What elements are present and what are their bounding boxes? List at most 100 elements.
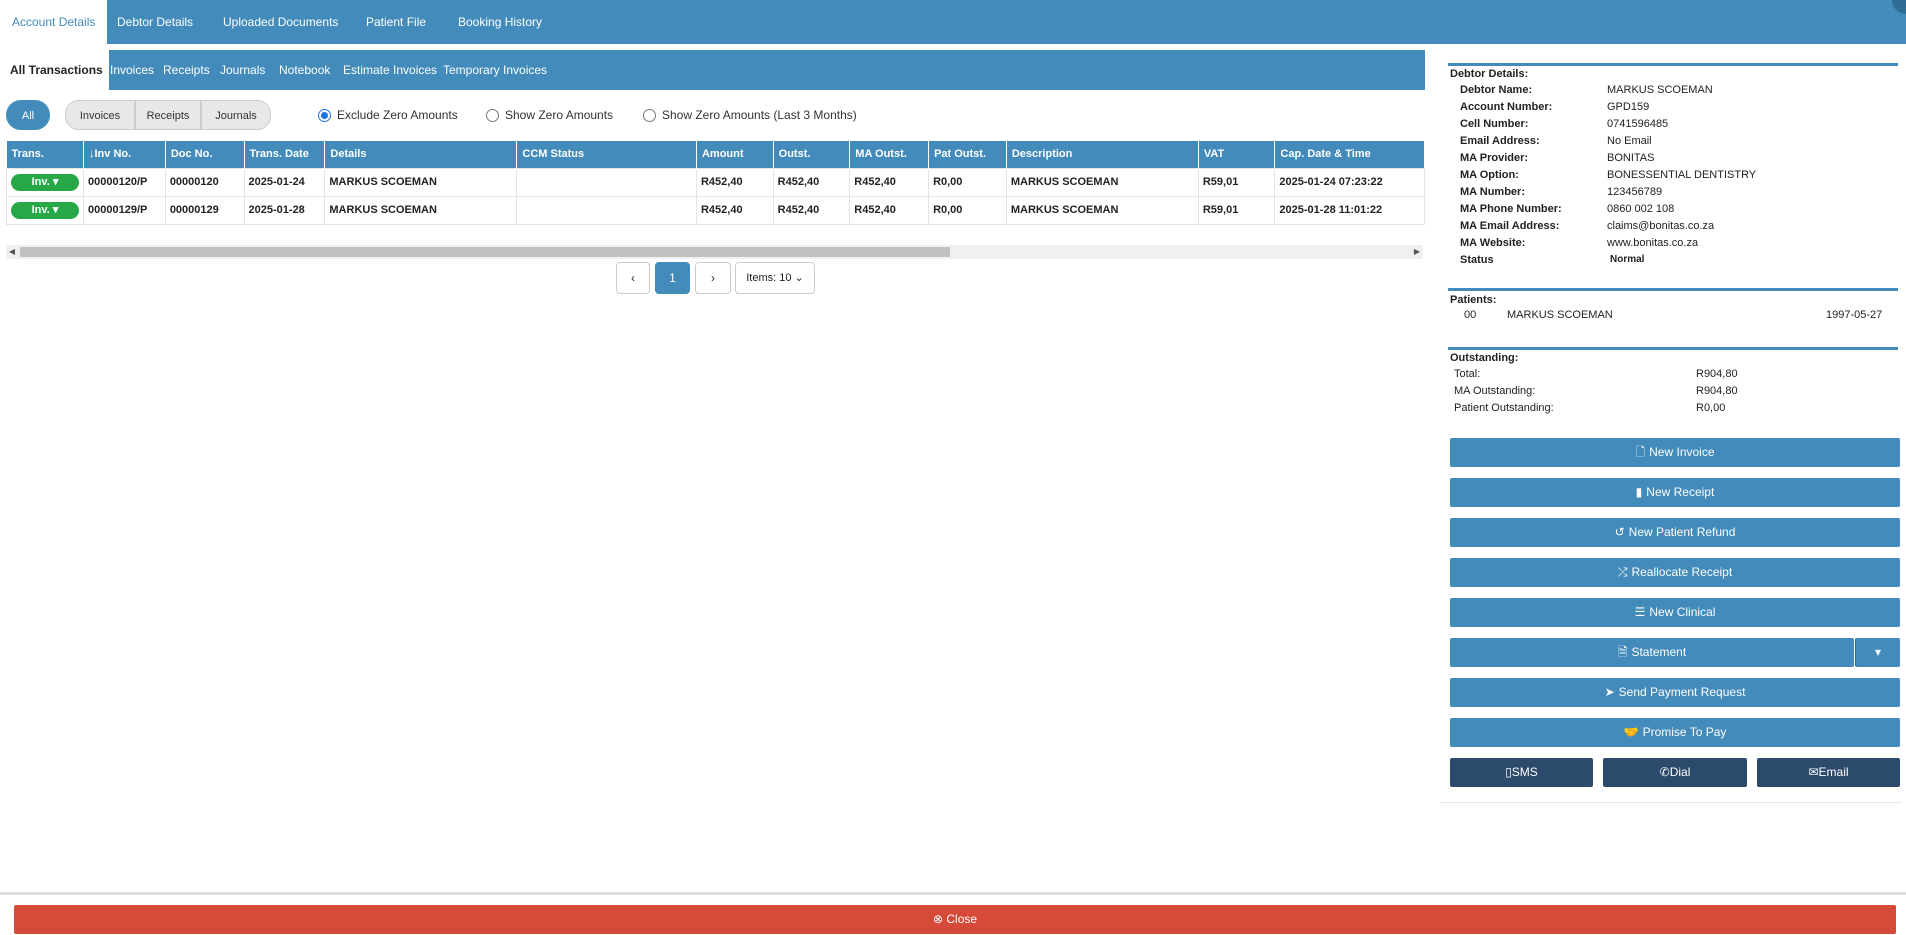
email-value: No Email	[1607, 135, 1652, 147]
email-row: Email Address: No Email	[1460, 135, 1880, 149]
promise-to-pay-button[interactable]: 🤝 Promise To Pay	[1450, 718, 1900, 747]
col-description[interactable]: Description	[1006, 141, 1199, 168]
top-tab-bar: Account Details Debtor Details Uploaded …	[0, 0, 1906, 44]
radio-show-zero[interactable]: Show Zero Amounts	[486, 107, 613, 123]
ma-outstanding-value: R904,80	[1696, 385, 1738, 397]
tab-patient-file[interactable]: Patient File	[354, 0, 438, 44]
subtab-journals[interactable]: Journals	[214, 50, 271, 90]
filter-all-button[interactable]: All	[6, 100, 50, 130]
patient-outstanding-key: Patient Outstanding:	[1454, 402, 1554, 414]
col-trans[interactable]: Trans.	[6, 141, 84, 168]
scroll-left-icon[interactable]: ◀	[6, 245, 18, 259]
col-doc-no[interactable]: Doc No.	[165, 141, 245, 168]
radio-show3-label: Show Zero Amounts (Last 3 Months)	[662, 108, 857, 122]
reallocate-receipt-button[interactable]: ⤮ Reallocate Receipt	[1450, 558, 1900, 587]
new-invoice-button[interactable]: 🗋 New Invoice	[1450, 438, 1900, 467]
sub-tab-bar: All Transactions Invoices Receipts Journ…	[4, 50, 1425, 90]
new-clinical-label: New Clinical	[1649, 605, 1716, 619]
col-details[interactable]: Details	[324, 141, 518, 168]
scrollbar-thumb[interactable]	[20, 247, 950, 257]
col-vat[interactable]: VAT	[1198, 141, 1276, 168]
patients-title: Patients:	[1450, 294, 1497, 306]
tab-account-details[interactable]: Account Details	[0, 0, 108, 44]
col-outst[interactable]: Outst.	[773, 141, 851, 168]
radio-empty-icon	[486, 108, 499, 122]
ma-outst-cell: R452,40	[849, 167, 930, 197]
table-row[interactable]: Inv. ▾ 00000120/P 00000120 2025-01-24 MA…	[6, 167, 1425, 197]
subtab-receipts[interactable]: Receipts	[157, 50, 216, 90]
inv-dropdown-button[interactable]: Inv. ▾	[11, 173, 79, 191]
doc-no-cell: 00000129	[164, 195, 245, 225]
close-button[interactable]: ⊗ Close	[14, 905, 1896, 934]
doc-no-cell: 00000120	[164, 167, 245, 197]
debtor-details-title: Debtor Details:	[1450, 68, 1529, 80]
panel-bottom-divider	[1440, 802, 1902, 803]
shuffle-icon: ⤮	[1617, 565, 1628, 579]
items-per-page-select[interactable]: Items: 10 ⌄	[735, 262, 815, 294]
cap-cell: 2025-01-28 11:01:22	[1274, 195, 1425, 225]
page-1-button[interactable]: 1	[655, 262, 690, 294]
filter-journals-button[interactable]: Journals	[201, 100, 271, 130]
ma-option-value: BONESSENTIAL DENTISTRY	[1607, 169, 1757, 181]
horizontal-scrollbar[interactable]: ◀ ▶	[6, 245, 1423, 259]
col-inv-no[interactable]: ↓Inv No.	[83, 141, 166, 168]
ma-provider-value: BONITAS	[1607, 152, 1655, 164]
email-button[interactable]: ✉Email	[1757, 758, 1900, 787]
filter-invoices-button[interactable]: Invoices	[65, 100, 135, 130]
col-amount[interactable]: Amount	[696, 141, 774, 168]
subtab-invoices[interactable]: Invoices	[104, 50, 160, 90]
outst-cell: R452,40	[772, 195, 851, 225]
inv-dropdown-button[interactable]: Inv. ▾	[11, 201, 79, 219]
account-number-value: GPD159	[1607, 101, 1650, 113]
email-key: Email Address:	[1460, 135, 1540, 147]
dial-label: Dial	[1669, 765, 1691, 779]
patient-row[interactable]: 00 MARKUS SCOEMAN 1997-05-27	[1464, 309, 1894, 323]
ma-phone-row: MA Phone Number: 0860 002 108	[1460, 203, 1880, 217]
amount-cell: R452,40	[695, 167, 774, 197]
statement-dropdown-button[interactable]: ▾	[1855, 638, 1900, 667]
statement-button[interactable]: 🗎 Statement	[1450, 638, 1854, 667]
new-invoice-label: New Invoice	[1649, 445, 1715, 459]
col-cap-date[interactable]: Cap. Date & Time	[1274, 141, 1425, 168]
new-receipt-button[interactable]: ▮ New Receipt	[1450, 478, 1900, 507]
next-page-button[interactable]: ›	[695, 262, 731, 294]
handshake-icon: 🤝	[1623, 725, 1639, 739]
radio-empty-icon	[643, 108, 656, 122]
tab-debtor-details[interactable]: Debtor Details	[105, 0, 205, 44]
send-payment-request-button[interactable]: ➤ Send Payment Request	[1450, 678, 1900, 707]
cell-number-row: Cell Number: 0741596485	[1460, 118, 1880, 132]
ma-provider-row: MA Provider: BONITAS	[1460, 152, 1880, 166]
prev-page-button[interactable]: ‹	[616, 262, 650, 294]
subtab-estimate-invoices[interactable]: Estimate Invoices	[337, 50, 443, 90]
ma-outst-cell: R452,40	[849, 195, 930, 225]
col-trans-date[interactable]: Trans. Date	[244, 141, 326, 168]
table-row[interactable]: Inv. ▾ 00000129/P 00000129 2025-01-28 MA…	[6, 195, 1425, 225]
paper-plane-icon: ➤	[1604, 685, 1615, 699]
chevron-down-icon: ⌄	[794, 272, 804, 284]
pat-outst-cell: R0,00	[928, 195, 1007, 225]
filter-receipts-button[interactable]: Receipts	[135, 100, 201, 130]
sms-button[interactable]: ▯SMS	[1450, 758, 1593, 787]
scroll-right-icon[interactable]: ▶	[1411, 245, 1423, 259]
subtab-temporary-invoices[interactable]: Temporary Invoices	[437, 50, 553, 90]
patient-name: MARKUS SCOEMAN	[1507, 309, 1613, 321]
patient-dob: 1997-05-27	[1826, 309, 1883, 321]
dial-button[interactable]: ✆Dial	[1603, 758, 1747, 787]
description-cell: MARKUS SCOEMAN	[1005, 195, 1199, 225]
col-ma-outst[interactable]: MA Outst.	[849, 141, 930, 168]
subtab-notebook[interactable]: Notebook	[273, 50, 336, 90]
date-cell: 2025-01-28	[243, 195, 326, 225]
inv-label: Inv.	[31, 175, 50, 188]
subtab-all-transactions[interactable]: All Transactions	[4, 50, 109, 90]
promise-to-pay-label: Promise To Pay	[1642, 725, 1727, 739]
new-patient-refund-button[interactable]: ↺ New Patient Refund	[1450, 518, 1900, 547]
new-clinical-button[interactable]: ☰ New Clinical	[1450, 598, 1900, 627]
col-ccm-status[interactable]: CCM Status	[516, 141, 697, 168]
tab-uploaded-documents[interactable]: Uploaded Documents	[211, 0, 350, 44]
cell-number-value: 0741596485	[1607, 118, 1669, 130]
radio-exclude-zero[interactable]: Exclude Zero Amounts	[318, 107, 458, 123]
account-number-row: Account Number: GPD159	[1460, 101, 1880, 115]
col-pat-outst[interactable]: Pat Outst.	[928, 141, 1007, 168]
tab-booking-history[interactable]: Booking History	[446, 0, 554, 44]
radio-show-zero-3m[interactable]: Show Zero Amounts (Last 3 Months)	[643, 107, 857, 123]
